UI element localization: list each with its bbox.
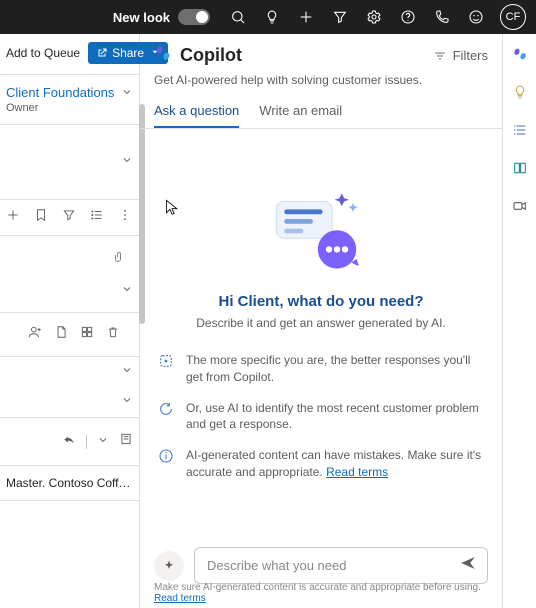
chevron-down-icon[interactable] [121, 282, 133, 300]
help-icon[interactable] [398, 7, 418, 27]
copilot-tabs: Ask a question Write an email [140, 97, 502, 129]
footer-read-terms-link[interactable]: Read terms [154, 593, 206, 604]
more-icon[interactable] [118, 208, 132, 227]
lightbulb-rail-icon[interactable] [510, 82, 530, 102]
chevron-down-icon[interactable] [121, 153, 133, 171]
note-icon[interactable] [119, 432, 133, 451]
greeting-sub: Describe it and get an answer generated … [154, 316, 488, 330]
search-icon[interactable] [228, 7, 248, 27]
chevron-down-icon[interactable] [97, 433, 109, 451]
new-look-toggle[interactable]: New look [113, 9, 210, 25]
attachment-indicator [0, 236, 139, 270]
greeting-heading: Hi Client, what do you need? [154, 293, 488, 310]
reply-icon[interactable] [62, 432, 76, 451]
target-icon [158, 353, 174, 374]
tip-specific: The more specific you are, the better re… [158, 352, 484, 386]
send-icon[interactable] [459, 554, 477, 577]
copilot-rail-icon[interactable] [510, 44, 530, 64]
filter-icon[interactable] [330, 7, 350, 27]
list-toolbar [0, 200, 139, 236]
reply-toolbar [0, 418, 139, 466]
tip-text: AI-generated content can have mistakes. … [186, 447, 484, 481]
document-icon[interactable] [54, 325, 68, 344]
list-rail-icon[interactable] [510, 120, 530, 140]
toggle-switch-icon[interactable] [178, 9, 210, 25]
hero-illustration [154, 139, 488, 293]
info-icon [158, 448, 174, 469]
grid-icon[interactable] [80, 325, 94, 344]
tab-write-email[interactable]: Write an email [259, 97, 342, 128]
right-rail [502, 34, 536, 608]
phone-icon[interactable] [432, 7, 452, 27]
owner-link[interactable]: Client Foundations [6, 85, 114, 100]
video-rail-icon[interactable] [510, 196, 530, 216]
copilot-title: Copilot [180, 45, 242, 66]
collapsed-section [0, 270, 139, 313]
book-rail-icon[interactable] [510, 158, 530, 178]
emoji-icon[interactable] [466, 7, 486, 27]
filter-icon[interactable] [62, 208, 76, 227]
plus-icon[interactable] [6, 208, 20, 227]
filters-label: Filters [453, 48, 488, 63]
chevron-down-icon[interactable] [121, 85, 133, 103]
gear-icon[interactable] [364, 7, 384, 27]
add-to-queue-button[interactable]: Add to Queue [6, 46, 80, 60]
user-avatar[interactable]: CF [500, 4, 526, 30]
collapsed-section [0, 125, 139, 200]
tip-text: Or, use AI to identify the most recent c… [186, 400, 484, 434]
new-look-label: New look [113, 10, 170, 25]
tip-identify: Or, use AI to identify the most recent c… [158, 400, 484, 434]
divider [86, 435, 87, 449]
left-panel: Add to Queue Share Client Foundations Ow… [0, 34, 140, 608]
assign-icon[interactable] [28, 325, 42, 344]
record-actions [0, 313, 139, 357]
lightbulb-icon[interactable] [262, 7, 282, 27]
tab-ask-question[interactable]: Ask a question [154, 97, 239, 128]
copilot-subtitle: Get AI-powered help with solving custome… [140, 71, 502, 97]
delete-icon[interactable] [106, 325, 120, 344]
copilot-logo-icon [154, 44, 172, 67]
tip-text: The more specific you are, the better re… [186, 352, 484, 386]
bookmark-icon[interactable] [34, 208, 48, 227]
chevron-down-icon[interactable] [121, 393, 133, 411]
chevron-down-icon[interactable] [121, 363, 133, 381]
filter-lines-icon [433, 49, 447, 63]
paperclip-icon [113, 250, 125, 264]
refresh-icon [158, 401, 174, 422]
breadcrumb[interactable]: Master. Contoso Coffe... [0, 466, 139, 501]
plus-icon[interactable] [296, 7, 316, 27]
filters-button[interactable]: Filters [433, 48, 488, 63]
list-icon[interactable] [90, 208, 104, 227]
copilot-footer: Make sure AI-generated content is accura… [154, 582, 488, 604]
prompt-input-wrap[interactable] [194, 547, 488, 584]
read-terms-link[interactable]: Read terms [326, 465, 388, 479]
tip-disclaimer: AI-generated content can have mistakes. … [158, 447, 484, 481]
copilot-panel: Copilot Filters Get AI-powered help with… [140, 34, 502, 608]
prompt-input[interactable] [205, 557, 459, 574]
owner-role: Owner [6, 102, 114, 114]
sparkle-button[interactable] [154, 551, 184, 581]
app-topbar: New look CF [0, 0, 536, 34]
